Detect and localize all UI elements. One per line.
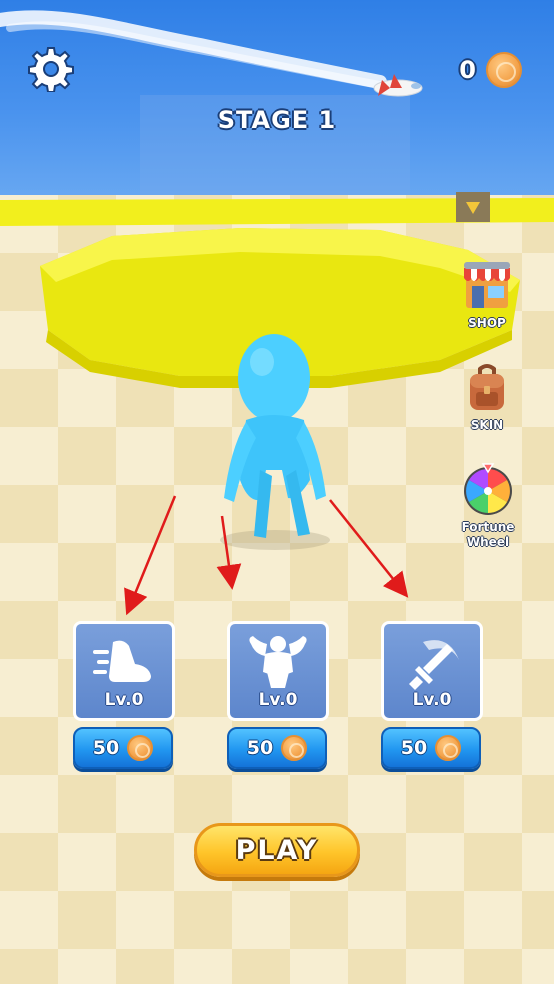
settings-button[interactable] [28,46,74,93]
coin-icon [435,735,462,761]
play-label: PLAY [235,834,319,866]
skin-button[interactable]: SKIN [447,360,527,433]
upgrade-level-attack: Lv.0 [412,690,452,710]
shop-icon [464,262,510,308]
stage-title: STAGE 1 [217,106,337,134]
upgrade-strength: Lv.0 50 [227,621,329,769]
backpack-icon [470,364,504,410]
gear-icon [28,47,74,93]
upgrade-card-speed[interactable]: Lv.0 [73,621,175,721]
upgrade-level-strength: Lv.0 [258,690,298,710]
fortune-wheel-label: Fortune Wheel [461,520,515,549]
shop-button[interactable]: SHOP [447,258,527,331]
coin-icon [281,735,308,761]
upgrade-card-strength[interactable]: Lv.0 [227,621,329,721]
upgrade-level-speed: Lv.0 [104,690,144,710]
shop-label: SHOP [468,316,506,330]
coin-counter: 0 [459,52,522,88]
fortune-wheel-icon [464,463,512,515]
upgrade-speed: Lv.0 50 [73,621,175,769]
fortune-wheel-button[interactable]: Fortune Wheel [447,462,529,550]
buy-attack-button[interactable]: 50 [381,727,481,769]
buy-speed-button[interactable]: 50 [73,727,173,769]
price-attack: 50 [400,737,428,759]
play-button[interactable]: PLAY [194,823,360,877]
sword-attack-icon [409,640,459,690]
speed-foot-icon [93,640,151,682]
price-strength: 50 [246,737,274,759]
buy-strength-button[interactable]: 50 [227,727,327,769]
airplane [373,74,423,97]
coin-icon [486,52,522,88]
skin-label: SKIN [470,418,504,432]
price-speed: 50 [92,737,120,759]
coin-icon [127,735,154,761]
strength-muscle-icon [249,636,307,688]
upgrade-attack: Lv.0 50 [381,621,483,769]
coin-count: 0 [459,56,476,84]
upgrade-card-attack[interactable]: Lv.0 [381,621,483,721]
